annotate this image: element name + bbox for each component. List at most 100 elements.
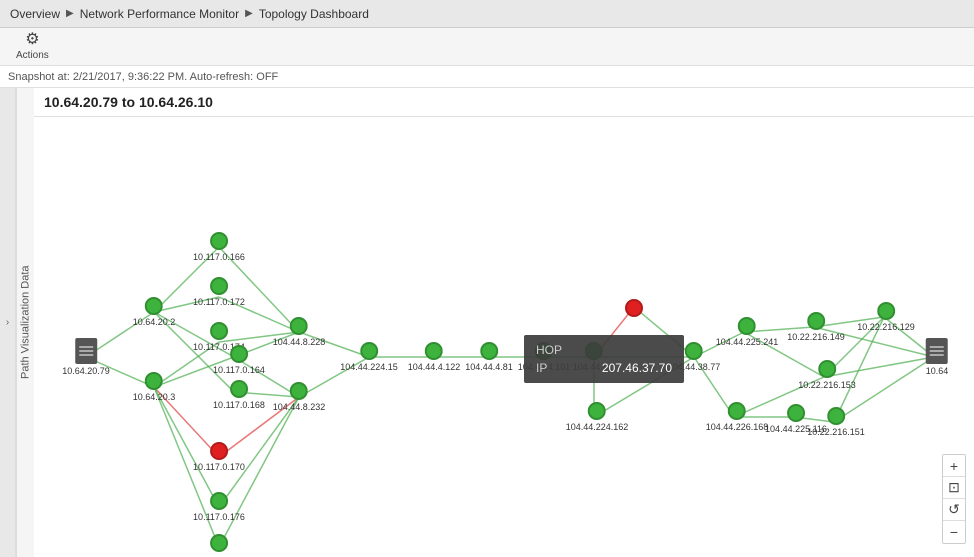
node-label: 104.44.4.122 (408, 362, 461, 372)
node-n4[interactable]: 10.117.0.172 (193, 277, 245, 307)
node-n13[interactable]: 104.44.224.15 (340, 342, 398, 372)
zoom-controls: + ⊡ ↺ − (942, 454, 966, 544)
zoom-fit-button[interactable]: ⊡ (943, 477, 965, 499)
toolbar: ⚙ Actions (0, 28, 974, 66)
destination-node[interactable]: 10.64 (926, 338, 949, 376)
node-n8[interactable]: 10.117.0.170 (193, 442, 245, 472)
breadcrumb-npm[interactable]: Network Performance Monitor (80, 7, 239, 21)
actions-icon: ⚙ (25, 32, 39, 48)
node-circle (585, 342, 603, 360)
node-label: 10.117.0.176 (193, 512, 245, 522)
node-n6[interactable]: 10.117.0.164 (213, 345, 265, 375)
node-n26[interactable]: 10.22.216.151 (807, 407, 865, 437)
node-n1[interactable]: 10.64.20.2 (133, 297, 176, 327)
node-label: 104.44.38.77 (668, 362, 721, 372)
node-circle (230, 380, 248, 398)
node-circle (685, 342, 703, 360)
breadcrumb-overview[interactable]: Overview (10, 7, 60, 21)
node-label: 104.44.226.168 (706, 422, 769, 432)
node-label: 10.117.0.170 (193, 462, 245, 472)
node-n21[interactable]: 104.44.226.168 (706, 402, 769, 432)
node-circle (290, 382, 308, 400)
node-circle (787, 404, 805, 422)
main-area: › Path Visualization Data 10.64.20.79 to… (0, 88, 974, 557)
node-label: 10.22.216.153 (798, 380, 856, 390)
node-circle (480, 342, 498, 360)
node-label: 10.64.20.2 (133, 317, 176, 327)
node-n15[interactable]: 104.44.4.81 (465, 342, 513, 372)
node-circle (535, 342, 553, 360)
path-title: 10.64.20.79 to 10.64.26.10 (34, 88, 974, 117)
node-label: 104.44.4... (573, 362, 616, 372)
node-n16[interactable]: 104.44.4.101 (518, 342, 571, 372)
node-label: 10.117.0.172 (193, 297, 245, 307)
node-label: 104.44.224.15 (340, 362, 398, 372)
topology-canvas[interactable]: 10.64.20.79 10.64.20.2 10.64.20.3 10.117… (34, 117, 974, 552)
sidebar-label[interactable]: Path Visualization Data (16, 88, 34, 557)
node-n22[interactable]: 104.44.225.241 (716, 317, 779, 347)
node-n11[interactable]: 104.44.8.228 (273, 317, 326, 347)
snapshot-text: Snapshot at: 2/21/2017, 9:36:22 PM. Auto… (8, 71, 278, 83)
node-n14[interactable]: 104.44.4.122 (408, 342, 461, 372)
zoom-out-button[interactable]: − (943, 521, 965, 543)
node-label: 10.22.216.129 (857, 322, 915, 332)
node-n12[interactable]: 104.44.8.232 (273, 382, 326, 412)
breadcrumb: Overview ▶ Network Performance Monitor ▶… (0, 0, 974, 28)
node-n10[interactable]: 10.117.0.178 (193, 534, 245, 552)
node-circle (210, 442, 228, 460)
node-circle (827, 407, 845, 425)
sidebar-toggle[interactable]: › (0, 88, 16, 557)
node-label: 10.117.0.166 (193, 252, 245, 262)
node-label: 104.44.8.232 (273, 402, 326, 412)
node-label: 10.117.0.164 (213, 365, 265, 375)
node-n25[interactable]: 10.22.216.153 (798, 360, 856, 390)
source-node[interactable]: 10.64.20.79 (62, 338, 110, 376)
node-n9[interactable]: 10.117.0.176 (193, 492, 245, 522)
node-circle (818, 360, 836, 378)
node-n27[interactable]: 10.22.216.129 (857, 302, 915, 332)
node-circle (145, 297, 163, 315)
node-circle (230, 345, 248, 363)
breadcrumb-sep-1: ▶ (66, 8, 74, 19)
node-label: 104.44.8.228 (273, 337, 326, 347)
node-n19[interactable] (625, 299, 643, 319)
node-label: 104.44.224.162 (566, 422, 629, 432)
node-n18[interactable]: 104.44.224.162 (566, 402, 629, 432)
node-n7[interactable]: 10.117.0.168 (213, 380, 265, 410)
zoom-in-button[interactable]: + (943, 455, 965, 477)
node-circle (210, 492, 228, 510)
node-n3[interactable]: 10.117.0.166 (193, 232, 245, 262)
node-label: 104.44.4.81 (465, 362, 513, 372)
destination-label: 10.64 (926, 366, 949, 376)
actions-label: Actions (16, 50, 49, 61)
node-circle (210, 277, 228, 295)
node-circle (425, 342, 443, 360)
node-circle (728, 402, 746, 420)
node-circle (738, 317, 756, 335)
actions-button[interactable]: ⚙ Actions (10, 30, 55, 63)
zoom-reset-button[interactable]: ↺ (943, 499, 965, 521)
node-n20[interactable]: 104.44.38.77 (668, 342, 721, 372)
node-label: 10.117.0.168 (213, 400, 265, 410)
server-icon (75, 338, 97, 364)
node-circle (588, 402, 606, 420)
node-n2[interactable]: 10.64.20.3 (133, 372, 176, 402)
breadcrumb-topology: Topology Dashboard (259, 7, 369, 21)
source-label: 10.64.20.79 (62, 366, 110, 376)
node-circle (145, 372, 163, 390)
node-circle (210, 232, 228, 250)
node-n17[interactable]: 104.44.4... (573, 342, 616, 372)
node-label: 10.22.216.151 (807, 427, 865, 437)
breadcrumb-sep-2: ▶ (245, 8, 253, 19)
node-circle (807, 312, 825, 330)
content-area: 10.64.20.79 to 10.64.26.10 (34, 88, 974, 557)
node-circle (625, 299, 643, 317)
node-circle (210, 322, 228, 340)
node-label: 104.44.225.241 (716, 337, 779, 347)
node-label: 10.22.216.149 (787, 332, 845, 342)
server-icon-dst (926, 338, 948, 364)
node-circle (877, 302, 895, 320)
node-label: 104.44.4.101 (518, 362, 571, 372)
node-n24[interactable]: 10.22.216.149 (787, 312, 845, 342)
node-label: 10.64.20.3 (133, 392, 176, 402)
